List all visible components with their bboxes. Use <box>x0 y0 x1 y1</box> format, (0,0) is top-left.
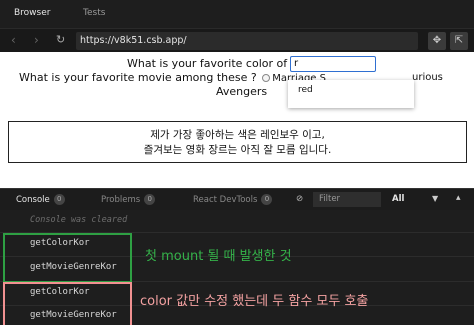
open-external-icon[interactable]: ⇱ <box>450 32 468 50</box>
console-output: Console was cleared getColorKor getMovie… <box>0 210 474 325</box>
move-icon[interactable]: ✥ <box>428 32 446 50</box>
movie-question-label: What is your favorite movie among these … <box>19 71 257 84</box>
address-bar: ‹ › ↻ https://v8k51.csb.app/ ✥ ⇱ <box>0 28 474 52</box>
first-mount-annotation: 첫 mount 될 때 발생한 것 <box>145 249 292 264</box>
tab-console-label: Console <box>16 195 50 205</box>
console-cleared-message: Console was cleared <box>30 215 128 225</box>
result-line-1: 제가 가장 좋아하는 색은 레인보우 이고, <box>150 129 325 141</box>
refresh-icon[interactable]: ↻ <box>56 33 65 47</box>
chevron-down-icon[interactable]: ▼ <box>432 194 438 203</box>
tab-console[interactable]: Console 0 <box>16 194 65 205</box>
tab-react-devtools-label: React DevTools <box>193 195 258 205</box>
option-furious-label: urious <box>412 72 443 83</box>
console-tab-bar: Console 0 Problems 0 React DevTools 0 ⊘ Fil… <box>0 188 474 210</box>
console-count-badge: 0 <box>53 194 65 205</box>
option-avengers-label: Avengers <box>216 85 268 98</box>
tab-problems[interactable]: Problems 0 <box>101 194 156 205</box>
color-question-row: What is your favorite color of rainbow ?… <box>0 56 474 72</box>
clear-console-icon[interactable]: ⊘ <box>296 194 303 204</box>
radio-marriage[interactable] <box>262 74 271 82</box>
tab-problems-label: Problems <box>101 195 141 205</box>
autocomplete-dropdown: red <box>288 80 414 108</box>
tab-tests[interactable]: Tests <box>83 8 105 18</box>
settings-icon[interactable]: ▴ <box>456 193 461 203</box>
chevron-left-icon[interactable]: ‹ <box>11 33 16 47</box>
url-input[interactable]: https://v8k51.csb.app/ <box>76 32 418 50</box>
preview-frame: What is your favorite color of rainbow ?… <box>0 52 474 188</box>
first-mount-highlight <box>3 233 132 283</box>
top-tab-bar: Browser Tests <box>0 0 474 28</box>
tab-browser[interactable]: Browser <box>14 8 50 18</box>
tab-react-devtools[interactable]: React DevTools 0 <box>193 194 273 205</box>
log-level-select[interactable]: All <box>392 194 404 204</box>
autocomplete-option-red[interactable]: red <box>298 85 404 95</box>
devtools-count-badge: 0 <box>261 194 273 205</box>
problems-count-badge: 0 <box>144 194 156 205</box>
color-input[interactable]: r <box>290 56 376 72</box>
chevron-right-icon[interactable]: › <box>34 33 39 47</box>
result-box: 제가 가장 좋아하는 색은 레인보우 이고, 즐겨보는 영화 장르는 아직 잘 … <box>8 121 467 163</box>
filter-input[interactable]: Filter <box>313 192 381 207</box>
result-line-2: 즐겨보는 영화 장르는 아직 잘 모름 입니다. <box>143 144 332 156</box>
second-call-annotation: color 값만 수정 했는데 두 함수 모두 호출 <box>140 294 369 309</box>
movie-question-row: What is your favorite movie among these … <box>19 71 326 84</box>
second-call-highlight <box>3 282 132 325</box>
